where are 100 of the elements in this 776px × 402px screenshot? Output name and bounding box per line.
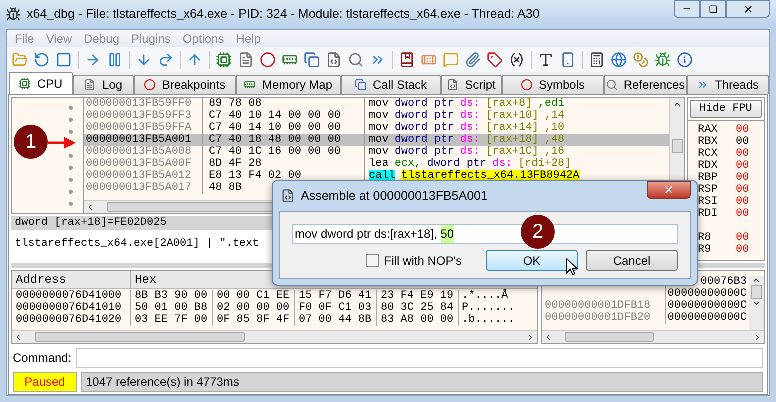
info-icon[interactable] <box>677 52 693 68</box>
column-header[interactable]: Hex <box>131 270 157 288</box>
info-line: tlstareffects_x64.exe[2A001] | ".text <box>14 237 260 252</box>
run-icon[interactable] <box>85 52 101 68</box>
stack-value: 00000000000C <box>666 300 748 312</box>
step-into-icon[interactable] <box>136 52 152 68</box>
close-icon <box>663 184 675 196</box>
step-out-icon[interactable] <box>187 52 203 68</box>
tab[interactable]: Memory Map <box>236 75 341 94</box>
register-name: RSP <box>698 184 719 196</box>
bytes-cell: C7 40 1C 16 00 00 00 <box>203 146 365 158</box>
instruction-cell-text: mov dword ptr ds: [rax+18] ,48 <box>368 134 565 146</box>
script-icon[interactable] <box>326 52 342 68</box>
calculator-icon[interactable] <box>589 52 605 68</box>
maximize-icon <box>708 4 718 14</box>
bug-icon[interactable] <box>655 52 671 68</box>
scroll-up-icon[interactable] <box>752 276 761 285</box>
stop-icon[interactable] <box>56 52 72 68</box>
tab[interactable]: Call Stack <box>341 75 441 94</box>
tab[interactable]: Symbols <box>502 75 604 94</box>
hex-cell: 80 3C 25 84 <box>377 302 459 314</box>
paperclip-icon[interactable] <box>465 52 481 68</box>
device-icon[interactable] <box>560 52 576 68</box>
register-value[interactable]: 00 <box>736 124 750 136</box>
checkbox[interactable] <box>366 254 380 267</box>
close-icon <box>742 4 754 14</box>
command-field[interactable] <box>76 348 763 368</box>
instruction-row[interactable]: 000000013FB5A001 C7 40 18 48 00 00 00 mov dword ptr ds: [rax+18] ,48 <box>84 134 669 146</box>
tab[interactable]: Log <box>73 75 134 94</box>
register-name: RCX <box>698 148 719 160</box>
document-icon[interactable] <box>238 52 254 68</box>
pause-icon[interactable] <box>107 52 123 68</box>
scroll-left-icon[interactable] <box>14 332 23 342</box>
hex-cell: 50 01 00 B8 <box>131 302 213 314</box>
scroll-thumb[interactable] <box>565 332 654 342</box>
scroll-left-icon[interactable] <box>86 202 95 212</box>
scroll-right-icon[interactable] <box>526 332 535 342</box>
scroll-thumb[interactable] <box>35 332 245 342</box>
stack-value: 00000000000C <box>666 312 748 324</box>
register-value[interactable]: 00 <box>736 172 750 184</box>
hex-cell: 03 EE 7F 00 <box>131 314 213 326</box>
instruction-row[interactable]: 000000013FB5A00F 8D 4F 28 lea ecx, dword ptr ds: [rdi+28] <box>84 158 669 170</box>
register-value[interactable]: 00 <box>736 160 750 172</box>
windows-icon[interactable] <box>304 52 320 68</box>
instruction-row[interactable]: 000000013FB59FF3 C7 40 10 14 00 00 00 mov dword ptr ds: [rax+10] ,14 <box>84 110 669 122</box>
scroll-thumb[interactable] <box>672 139 682 153</box>
address-cell: 000000013FB59FF0 <box>84 98 203 110</box>
address-cell: 0000000076D41020 <box>12 314 131 326</box>
scroll-thumb[interactable] <box>751 285 762 299</box>
scroll-up-icon[interactable] <box>672 100 682 109</box>
register-value[interactable]: 00 <box>736 196 750 208</box>
search-icon <box>606 79 618 91</box>
close-button[interactable] <box>726 0 770 18</box>
hex-cell: 15 F7 D6 41 <box>295 290 377 302</box>
instruction-row[interactable]: 000000013FB5A008 C7 40 1C 16 00 00 00 mov dword ptr ds: [rax+1C] ,16 <box>84 146 669 158</box>
annotation-arrow <box>48 137 76 149</box>
mouse-cursor-icon <box>566 258 578 276</box>
scroll-right-icon[interactable] <box>753 332 762 342</box>
tab[interactable]: Breakpoints <box>134 75 236 94</box>
function-icon[interactable] <box>509 52 525 68</box>
globe-icon[interactable] <box>611 52 627 68</box>
register-value[interactable]: 00 <box>736 208 750 220</box>
hex-cell: 8B B3 90 00 <box>131 290 213 302</box>
coins-icon[interactable] <box>633 52 649 68</box>
step-over-icon[interactable] <box>158 52 174 68</box>
close-button[interactable] <box>647 181 691 199</box>
folder-icon[interactable] <box>12 52 28 68</box>
register-value[interactable]: 00 <box>736 136 750 148</box>
stack-address: 00000000001DFB18 <box>542 300 666 312</box>
instruction-row[interactable]: 000000013FB59FF0 89 78 08 mov dword ptr ds: [rax+8] ,edi <box>84 98 669 110</box>
horizontal-scrollbar[interactable] <box>12 330 537 343</box>
vertical-scrollbar[interactable] <box>749 276 764 330</box>
scroll-left-icon[interactable] <box>544 332 553 342</box>
patch-icon[interactable] <box>399 52 415 68</box>
tab[interactable]: CPU <box>9 72 73 94</box>
comment-icon[interactable] <box>443 52 459 68</box>
breakpoint-icon[interactable] <box>260 52 276 68</box>
maximize-button[interactable] <box>700 0 726 18</box>
ok-button[interactable]: OK <box>486 250 578 271</box>
hex-cell: 02 00 00 00 <box>213 302 295 314</box>
register-value[interactable]: 00 <box>736 148 750 160</box>
restart-icon[interactable] <box>34 52 50 68</box>
breakpoint-icon <box>144 79 156 91</box>
register-value[interactable]: 00 <box>736 232 750 244</box>
horizontal-scrollbar[interactable] <box>542 330 764 343</box>
tab[interactable]: References <box>604 75 687 94</box>
cancel-button[interactable]: Cancel <box>586 250 678 271</box>
register-value[interactable]: 00 <box>736 184 750 196</box>
register-value[interactable]: 00 <box>736 244 750 256</box>
register-name: RDX <box>698 160 719 172</box>
hide-fpu-button[interactable]: Hide FPU <box>690 100 762 118</box>
register-name: RBX <box>698 136 719 148</box>
address-cell: 000000013FB59FF3 <box>84 110 203 122</box>
chip-icon[interactable] <box>216 52 232 68</box>
tab[interactable]: Script <box>441 75 502 94</box>
font-icon[interactable] <box>538 52 554 68</box>
tab[interactable]: Threads <box>687 75 769 94</box>
tag-icon[interactable] <box>487 52 503 68</box>
search-icon[interactable] <box>348 52 364 68</box>
scroll-down-icon[interactable] <box>752 299 761 308</box>
